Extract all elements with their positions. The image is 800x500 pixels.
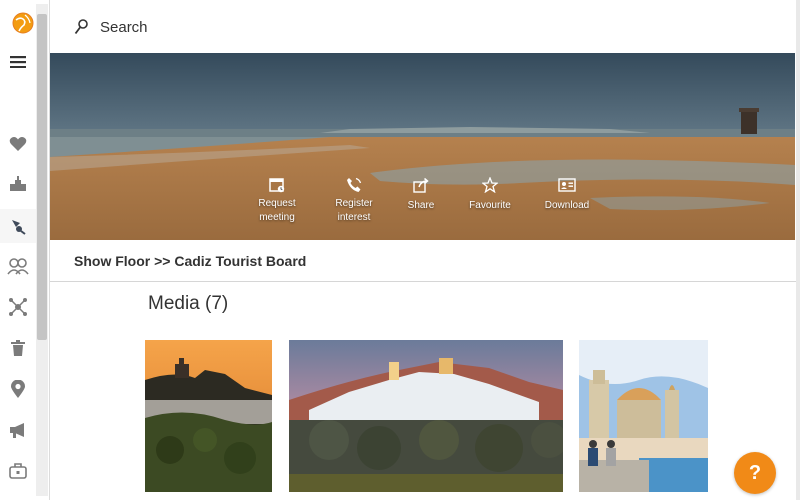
globe-logo-icon[interactable]	[12, 12, 34, 34]
phone-icon	[347, 177, 362, 192]
exhibitor-icon[interactable]	[0, 209, 36, 243]
share-label: Share	[407, 200, 435, 211]
request-meeting-line1: Request	[258, 198, 296, 209]
favourite-label: Favourite	[469, 200, 511, 211]
calendar-icon	[269, 178, 285, 193]
search-bar[interactable]: Search	[50, 0, 800, 53]
main-content: Search Request meeting Register interest…	[50, 0, 800, 500]
register-interest-line2: interest	[337, 212, 371, 223]
search-icon	[74, 19, 88, 35]
networking-icon[interactable]	[0, 250, 36, 282]
stand-icon[interactable]	[0, 168, 36, 200]
share-icon	[413, 177, 429, 193]
contact-card-icon	[558, 178, 576, 192]
sidebar	[0, 0, 50, 500]
bin-icon[interactable]	[0, 332, 36, 364]
heart-icon[interactable]	[0, 128, 36, 160]
help-button[interactable]: ?	[734, 452, 776, 494]
download-button[interactable]: Download	[527, 177, 607, 213]
hero-banner: Request meeting Register interest Share	[50, 53, 795, 240]
request-meeting-button[interactable]: Request meeting	[237, 177, 317, 225]
media-thumbnail-3[interactable]	[579, 340, 708, 492]
breadcrumb[interactable]: Show Floor >> Cadiz Tourist Board	[74, 253, 306, 269]
share-button[interactable]: Share	[381, 177, 461, 213]
breadcrumb-bar: Show Floor >> Cadiz Tourist Board	[50, 240, 800, 282]
search-label[interactable]: Search	[100, 19, 148, 36]
sidebar-scroll-thumb[interactable]	[37, 14, 47, 340]
megaphone-icon[interactable]	[0, 414, 36, 446]
media-section-title: Media (7)	[148, 293, 229, 314]
window-right-edge	[796, 0, 800, 500]
download-label: Download	[544, 200, 590, 211]
briefcase-icon[interactable]	[0, 455, 36, 487]
hero-action-bar: Request meeting Register interest Share	[50, 177, 795, 237]
media-thumbnail-1[interactable]	[145, 340, 272, 492]
favourite-button[interactable]: Favourite	[450, 177, 530, 213]
star-icon	[482, 177, 498, 193]
menu-icon[interactable]	[0, 46, 36, 78]
media-thumbnail-2[interactable]	[289, 340, 563, 492]
location-pin-icon[interactable]	[0, 373, 36, 405]
request-meeting-line2: meeting	[259, 212, 295, 223]
connections-icon[interactable]	[0, 291, 36, 323]
